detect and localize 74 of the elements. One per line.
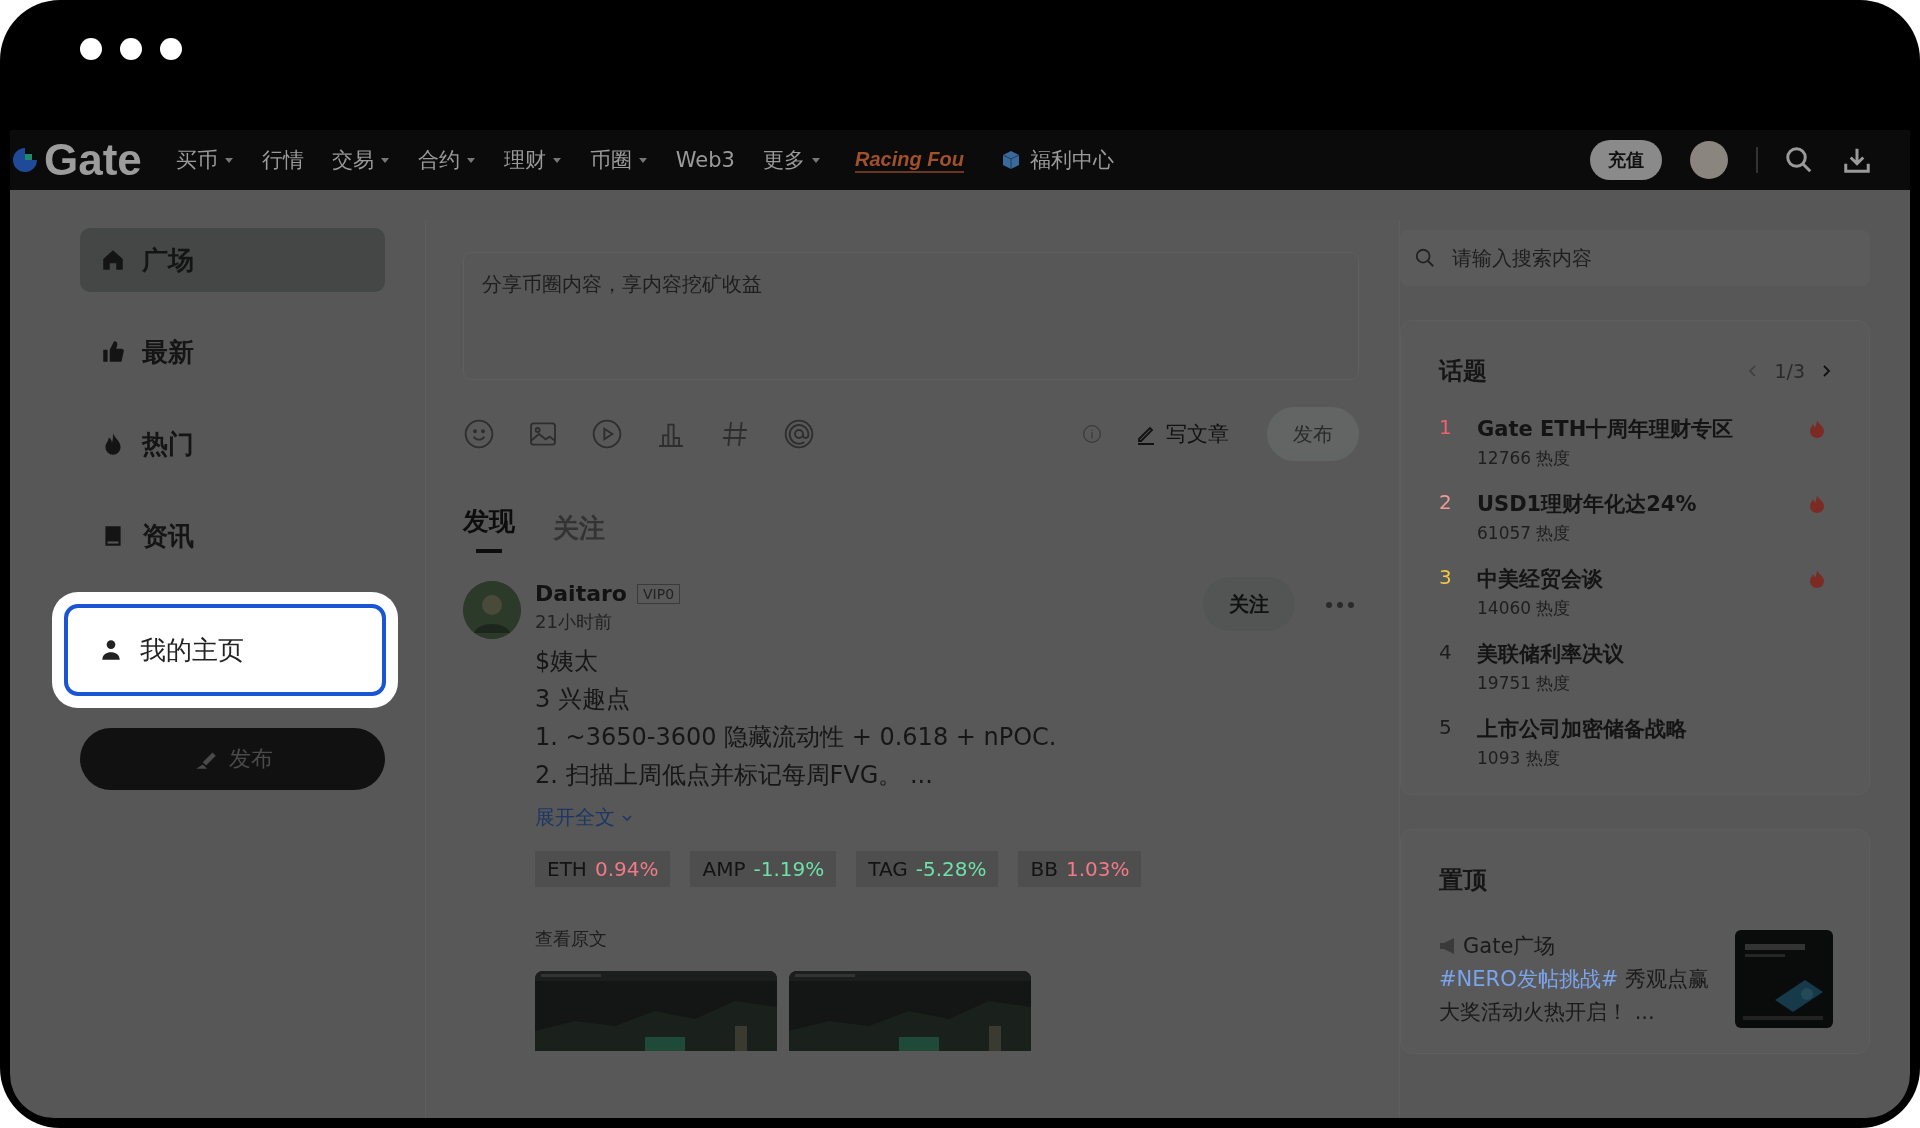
card-title: 话题: [1439, 356, 1487, 387]
nav-link[interactable]: 行情: [247, 146, 318, 174]
caret-icon: [811, 156, 821, 164]
promo-banner[interactable]: Racing Fou: [855, 147, 964, 173]
expand-link[interactable]: 展开全文: [535, 804, 633, 831]
sidebar-item[interactable]: 资讯: [80, 504, 385, 568]
ticker-chip[interactable]: AMP -1.19%: [690, 851, 837, 887]
welfare-link[interactable]: 福利中心: [993, 145, 1120, 175]
thumbs-up-icon: [100, 339, 126, 365]
topic-heat: 12766 热度: [1477, 447, 1572, 470]
fire-icon: [1809, 570, 1825, 588]
nav-link[interactable]: 理财: [489, 146, 576, 174]
caret-icon: [223, 156, 234, 164]
feed-tab[interactable]: 发现: [463, 504, 515, 567]
fire-icon: [1809, 420, 1825, 438]
topic-title[interactable]: 中美经贸会谈: [1477, 565, 1809, 593]
post-text: 3 兴趣点: [535, 684, 631, 715]
nav-link[interactable]: 买币: [161, 146, 248, 174]
nav-link[interactable]: Web3: [661, 148, 749, 172]
hashtag-link[interactable]: #NERO发帖挑战#: [1439, 967, 1619, 991]
publish-button[interactable]: 发布: [80, 728, 385, 790]
topic-rank: 4: [1439, 640, 1453, 666]
fire-icon: [1809, 495, 1825, 513]
pinned-text: Gate广场 #NERO发帖挑战# 秀观点赢大奖活动火热开启！ ...: [1439, 933, 1710, 1026]
topic-title[interactable]: Gate ETH十周年理财专区: [1477, 415, 1809, 443]
sidebar-item[interactable]: 热门: [80, 412, 385, 476]
post-text: 1. ~3650-3600 隐藏流动性 + 0.618 + nPOC.: [535, 722, 1058, 753]
post-text: $姨太: [535, 646, 600, 677]
author-name[interactable]: Daitaro: [535, 581, 627, 606]
caret-icon: [551, 156, 562, 164]
at-circle-icon[interactable]: [783, 418, 815, 450]
nav-link[interactable]: 合约: [403, 146, 490, 174]
nav-link[interactable]: 交易: [317, 146, 404, 174]
avatar[interactable]: [463, 581, 521, 639]
ticker-chip[interactable]: TAG -5.28%: [856, 851, 999, 887]
follow-button[interactable]: 关注: [1203, 577, 1295, 631]
ticker-chip[interactable]: BB 1.03%: [1018, 851, 1142, 887]
search-icon[interactable]: [1784, 145, 1814, 175]
logo-text[interactable]: Gate: [44, 135, 142, 185]
topic-rank: 3: [1439, 565, 1453, 591]
caret-icon: [379, 156, 390, 164]
topic-title[interactable]: USD1理财年化达24%: [1477, 490, 1809, 518]
window-dot[interactable]: [160, 38, 182, 60]
info-icon[interactable]: [1082, 424, 1102, 444]
emoji-icon[interactable]: [463, 418, 495, 450]
tab-underline: [476, 549, 502, 553]
nav-link[interactable]: 币圈: [575, 146, 662, 174]
card-title: 置顶: [1439, 865, 1488, 896]
topic-rank: 1: [1439, 415, 1453, 441]
topic-heat: 19751 热度: [1477, 672, 1572, 695]
topic-heat: 14060 热度: [1477, 597, 1572, 620]
search-field[interactable]: 请输入搜索内容: [1400, 230, 1870, 286]
ticker-chip[interactable]: ETH 0.94%: [535, 851, 671, 887]
caret-icon: [465, 156, 476, 164]
topic-title[interactable]: 美联储利率决议: [1477, 640, 1809, 668]
recharge-button[interactable]: 充值: [1590, 140, 1662, 180]
play-icon[interactable]: [591, 418, 623, 450]
topic-title[interactable]: 上市公司加密储备战略: [1477, 715, 1809, 743]
caret-icon: [637, 156, 648, 164]
avatar[interactable]: [1690, 141, 1728, 179]
post-text: 2. 扫描上周低点并标记每周FVG。 ...: [535, 760, 934, 791]
window-dot[interactable]: [120, 38, 142, 60]
more-icon[interactable]: [1325, 601, 1355, 609]
write-article-button[interactable]: 写文章: [1128, 419, 1235, 449]
topic-heat: 1093 热度: [1477, 747, 1561, 770]
topic-heat: 61057 热度: [1477, 522, 1572, 545]
post-input[interactable]: 分享币圈内容，享内容挖矿收益: [463, 252, 1359, 380]
topic-rank: 5: [1439, 715, 1453, 741]
logo-icon: [10, 145, 40, 175]
sidebar-item[interactable]: 最新: [80, 320, 385, 384]
window-dot[interactable]: [80, 38, 102, 60]
view-original-link[interactable]: 查看原文: [535, 927, 1359, 951]
topic-rank: 2: [1439, 490, 1453, 516]
nav-link[interactable]: 更多: [749, 146, 835, 174]
